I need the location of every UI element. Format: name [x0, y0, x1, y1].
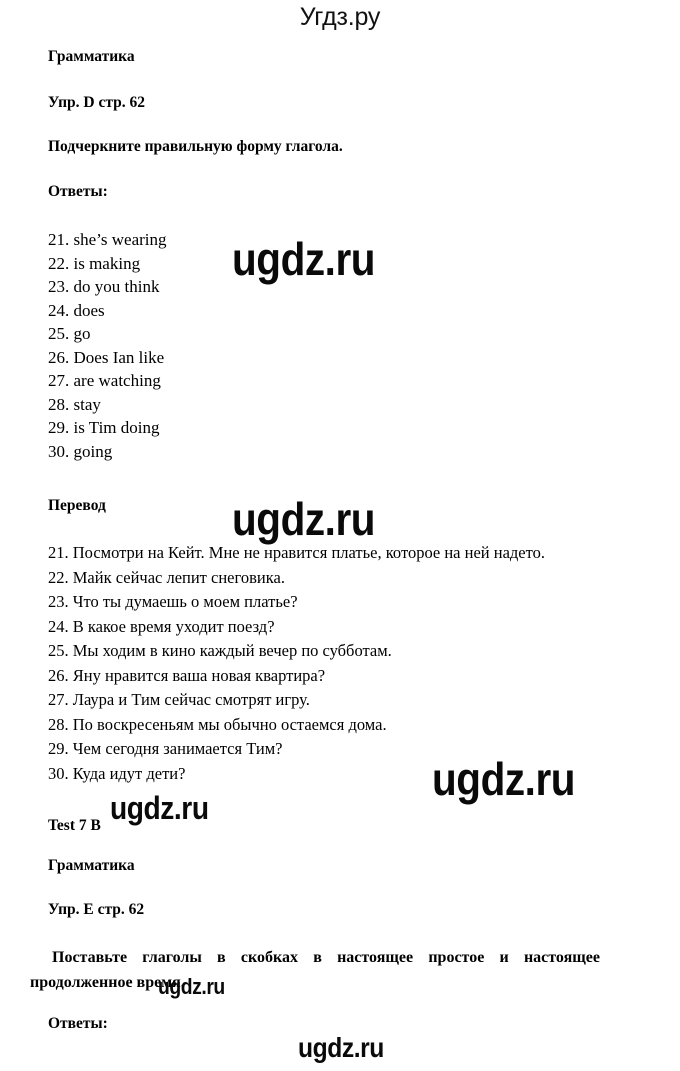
translation-item: 28. По воскресеньям мы обычно остаемся д… — [48, 714, 387, 734]
exercise-heading-1: Упр. D стр. 62 — [48, 94, 146, 111]
translations-list: 21. Посмотри на Кейт. Мне не нравится пл… — [30, 541, 600, 786]
answer-item: 26. Does Ian like — [48, 347, 165, 367]
translation-item: 21. Посмотри на Кейт. Мне не нравится пл… — [48, 543, 545, 562]
translation-item: 23. Что ты думаешь о моем платье? — [48, 592, 298, 611]
answers-list-1: 21. she’s wearing 22. is making 23. do y… — [30, 228, 618, 463]
answer-item: 30. going — [48, 441, 113, 461]
translation-item: 26. Яну нравится ваша новая квартира? — [48, 665, 326, 685]
task-instruction-2: Поставьте глаголы в скобках в настоящее … — [30, 949, 600, 991]
answers-heading-1: Ответы: — [48, 183, 108, 200]
answer-item: 24. does — [48, 300, 105, 320]
translation-heading: Перевод — [48, 497, 106, 514]
grammar-heading-2: Грамматика — [48, 857, 135, 874]
answer-item: 25. go — [48, 324, 91, 343]
grammar-heading-1: Грамматика — [48, 48, 135, 65]
translation-item: 22. Майк сейчас лепит снеговика. — [48, 567, 285, 587]
answer-item: 23. do you think — [48, 277, 160, 296]
answer-item: 29. is Tim doing — [48, 418, 160, 437]
answer-item: 28. stay — [48, 394, 101, 414]
translation-item: 29. Чем сегодня занимается Тим? — [48, 739, 283, 758]
answer-item: 22. is making — [48, 253, 141, 273]
answer-item: 21. she’s wearing — [48, 230, 167, 249]
answers-heading-2: Ответы: — [48, 1015, 108, 1032]
translation-item: 30. Куда идут дети? — [48, 763, 186, 783]
test-heading: Test 7 B — [48, 817, 101, 834]
watermark-ugdz: ugdz.ru — [298, 1032, 384, 1063]
answer-item: 27. are watching — [48, 371, 161, 390]
task-instruction-1: Подчеркните правильную форму глагола. — [48, 138, 343, 155]
translation-item: 27. Лаура и Тим сейчас смотрят игру. — [48, 690, 310, 709]
translation-item: 25. Мы ходим в кино каждый вечер по субб… — [48, 641, 392, 660]
exercise-heading-2: Упр. E стр. 62 — [48, 901, 145, 918]
document-page: Угдз.ру Грамматика Упр. D стр. 62 Подчер… — [0, 0, 680, 1071]
translation-item: 24. В какое время уходит поезд? — [48, 616, 275, 636]
site-logo: Угдз.ру — [299, 3, 381, 31]
task-instruction-2-block: Поставьте глаголы в скобках в настоящее … — [30, 945, 600, 995]
